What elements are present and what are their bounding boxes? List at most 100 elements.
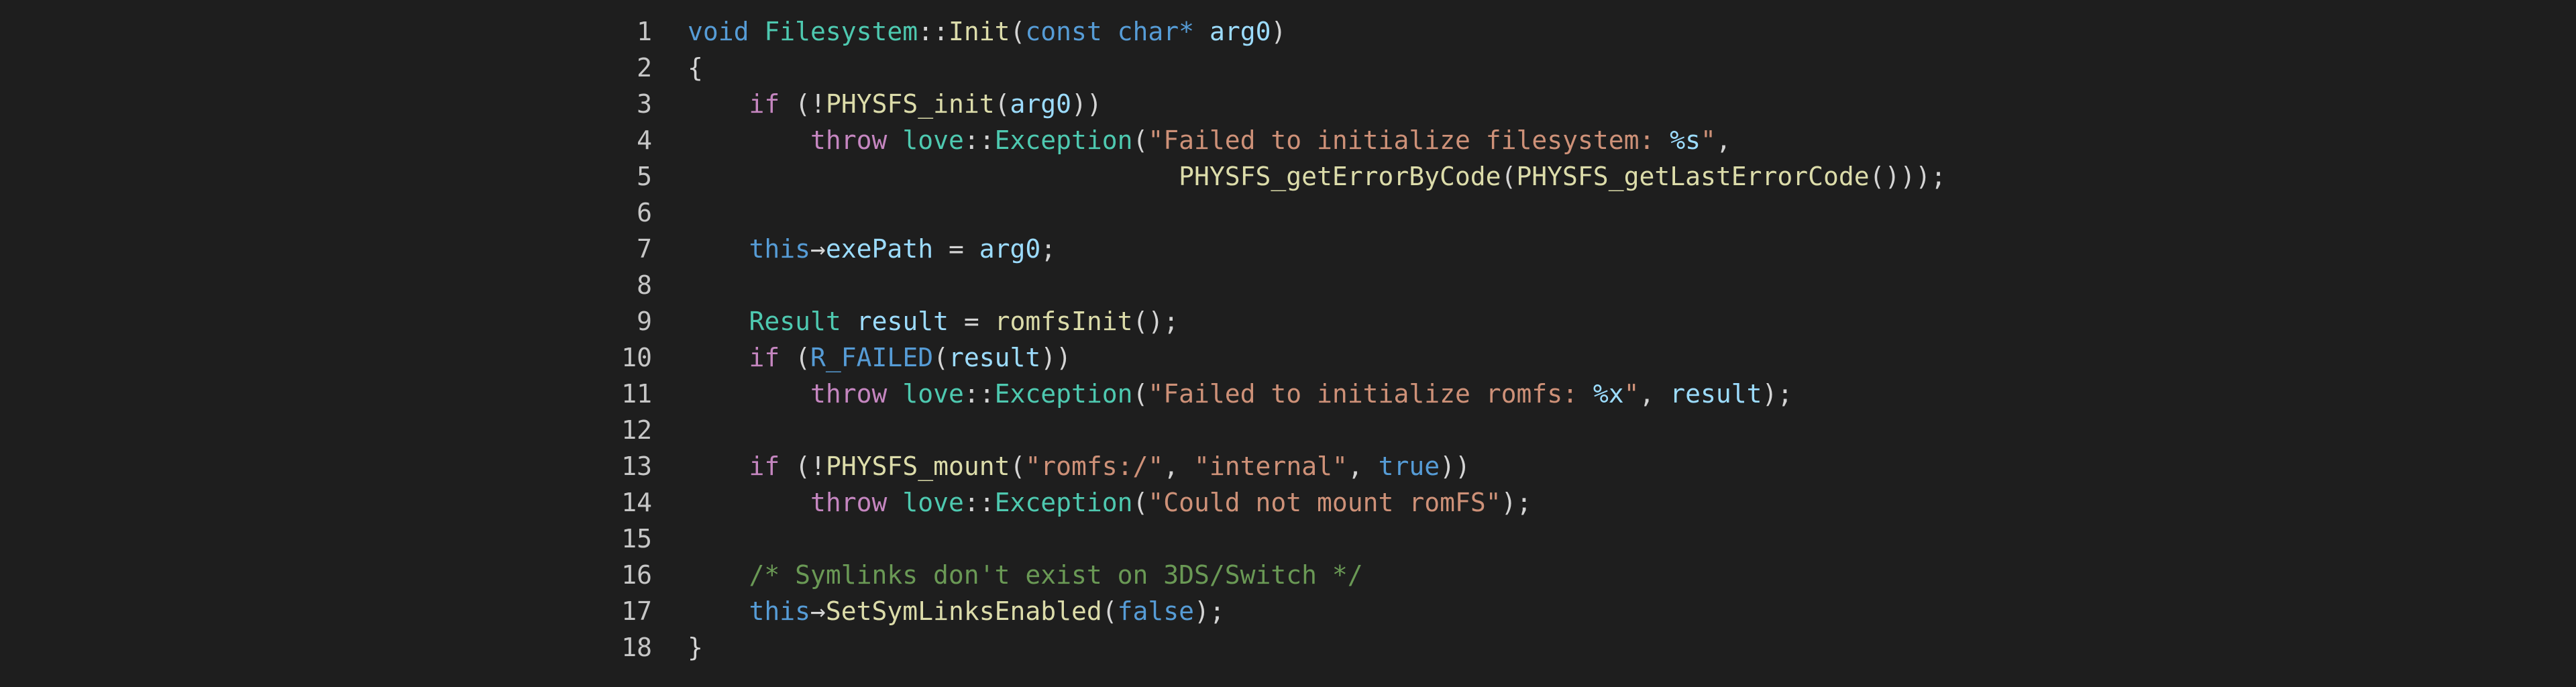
code-token: char (1117, 17, 1179, 46)
code-token: → (810, 234, 826, 264)
code-token: , (1639, 379, 1670, 409)
code-token: "Failed to initialize filesystem: (1148, 125, 1670, 155)
code-token: " (1701, 125, 1716, 155)
line-number: 13 (621, 452, 652, 481)
code-token: R_FAILED (810, 343, 934, 372)
line-content[interactable]: /* Symlinks don't exist on 3DS/Switch */ (688, 557, 1363, 593)
code-editor[interactable]: 1 void Filesystem::Init(const char* arg0)… (0, 0, 2576, 687)
line-content[interactable]: if (!PHYSFS_init(arg0)) (688, 86, 1102, 122)
code-token: if (749, 343, 780, 372)
code-token: ( (780, 343, 811, 372)
code-token: throw (810, 379, 888, 409)
code-token: } (688, 633, 703, 662)
code-token: ( (933, 343, 949, 372)
code-token: , (1715, 125, 1731, 155)
code-token: ); (1762, 379, 1793, 409)
code-token: romfsInit (994, 307, 1133, 336)
code-token: "Failed to initialize romfs: (1148, 379, 1593, 409)
line-content[interactable]: throw love::Exception("Failed to initial… (688, 122, 1731, 158)
line-content[interactable]: throw love::Exception("Failed to initial… (688, 376, 1792, 412)
code-token: ( (1010, 452, 1026, 481)
line-content[interactable]: void Filesystem::Init(const char* arg0) (688, 13, 1286, 50)
line-number: 2 (637, 53, 652, 83)
line-number: 10 (621, 343, 652, 372)
code-token: arg0 (979, 234, 1041, 264)
code-token: Exception (994, 125, 1133, 155)
code-token: SetSymLinksEnabled (825, 596, 1102, 626)
code-token: false (1117, 596, 1195, 626)
code-token: exePath (825, 234, 934, 264)
code-token: = (948, 307, 995, 336)
line-content[interactable]: } (688, 629, 703, 666)
code-token: "romfs:/" (1025, 452, 1164, 481)
code-token: %x (1593, 379, 1624, 409)
code-token: { (688, 53, 703, 83)
code-token: ); (1194, 596, 1225, 626)
code-token: PHYSFS_getErrorByCode (1179, 162, 1501, 191)
code-token: PHYSFS_init (825, 89, 995, 119)
code-token: Filesystem (764, 17, 918, 46)
line-number: 16 (621, 560, 652, 590)
code-token: if (749, 452, 780, 481)
code-token: ( (1132, 379, 1148, 409)
line-number: 9 (637, 307, 652, 336)
code-token: Init (948, 17, 1010, 46)
code-token: result (856, 307, 949, 336)
code-token: ( (1010, 17, 1026, 46)
line-number: 15 (621, 524, 652, 553)
code-token: ( (1501, 162, 1517, 191)
code-token: = (933, 234, 979, 264)
line-number: 6 (637, 198, 652, 227)
line-number: 1 (637, 17, 652, 46)
code-token: love (902, 125, 964, 155)
code-token: ) (1271, 17, 1287, 46)
code-token: * (1179, 17, 1195, 46)
code-token: ( (1132, 488, 1148, 517)
line-number: 7 (637, 234, 652, 264)
code-token: (); (1132, 307, 1179, 336)
line-content[interactable]: this→SetSymLinksEnabled(false); (688, 593, 1225, 629)
line-number: 14 (621, 488, 652, 517)
line-content[interactable]: { (688, 50, 703, 86)
code-token: " (1623, 379, 1640, 409)
line-number: 18 (621, 633, 652, 662)
code-token: ( (994, 89, 1010, 119)
code-token: if (749, 89, 780, 119)
code-token: ! (810, 452, 826, 481)
line-number: 11 (621, 379, 652, 409)
code-token: this (749, 596, 811, 626)
line-number: 5 (637, 162, 652, 191)
code-token: :: (918, 17, 949, 46)
code-token: "internal" (1194, 452, 1348, 481)
code-token: ())); (1869, 162, 1947, 191)
code-token: throw (810, 125, 888, 155)
code-token: %s (1670, 125, 1701, 155)
line-content[interactable]: if (R_FAILED(result)) (688, 339, 1072, 376)
line-content[interactable]: Result result = romfsInit(); (688, 303, 1179, 339)
code-token: arg0 (1010, 89, 1072, 119)
line-content[interactable]: throw love::Exception("Could not mount r… (688, 484, 1532, 521)
code-token: "Could not mount romFS" (1148, 488, 1501, 517)
line-number: 17 (621, 596, 652, 626)
line-content[interactable]: if (!PHYSFS_mount("romfs:/", "internal",… (688, 448, 1470, 484)
code-token: void (688, 17, 749, 46)
code-token: true (1378, 452, 1440, 481)
code-token: )) (1440, 452, 1470, 481)
line-content[interactable]: PHYSFS_getErrorByCode(PHYSFS_getLastErro… (688, 158, 1946, 195)
code-token: :: (963, 488, 995, 517)
line-content[interactable]: this→exePath = arg0; (688, 231, 1057, 267)
code-token: :: (963, 379, 995, 409)
code-token: ( (1132, 125, 1148, 155)
